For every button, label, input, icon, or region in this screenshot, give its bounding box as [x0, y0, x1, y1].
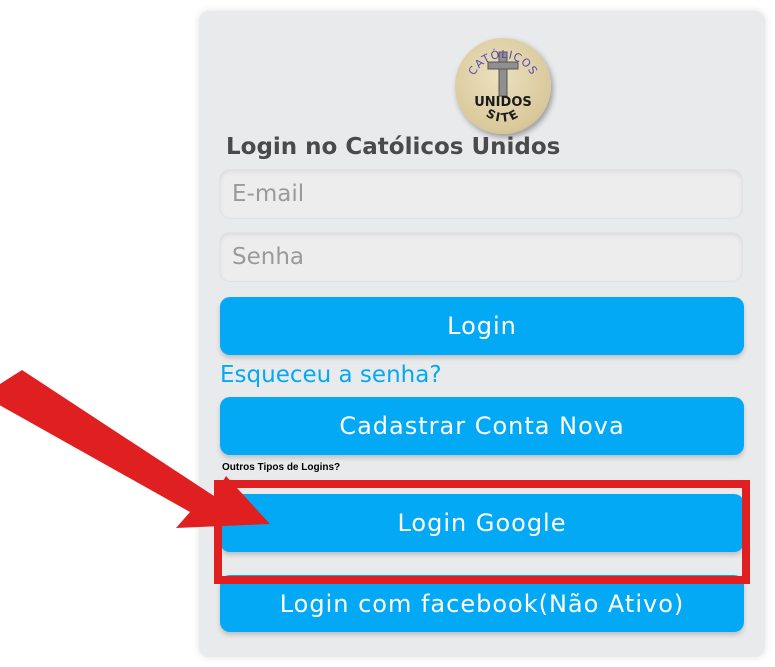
- annotation-arrow-icon: [0, 370, 270, 528]
